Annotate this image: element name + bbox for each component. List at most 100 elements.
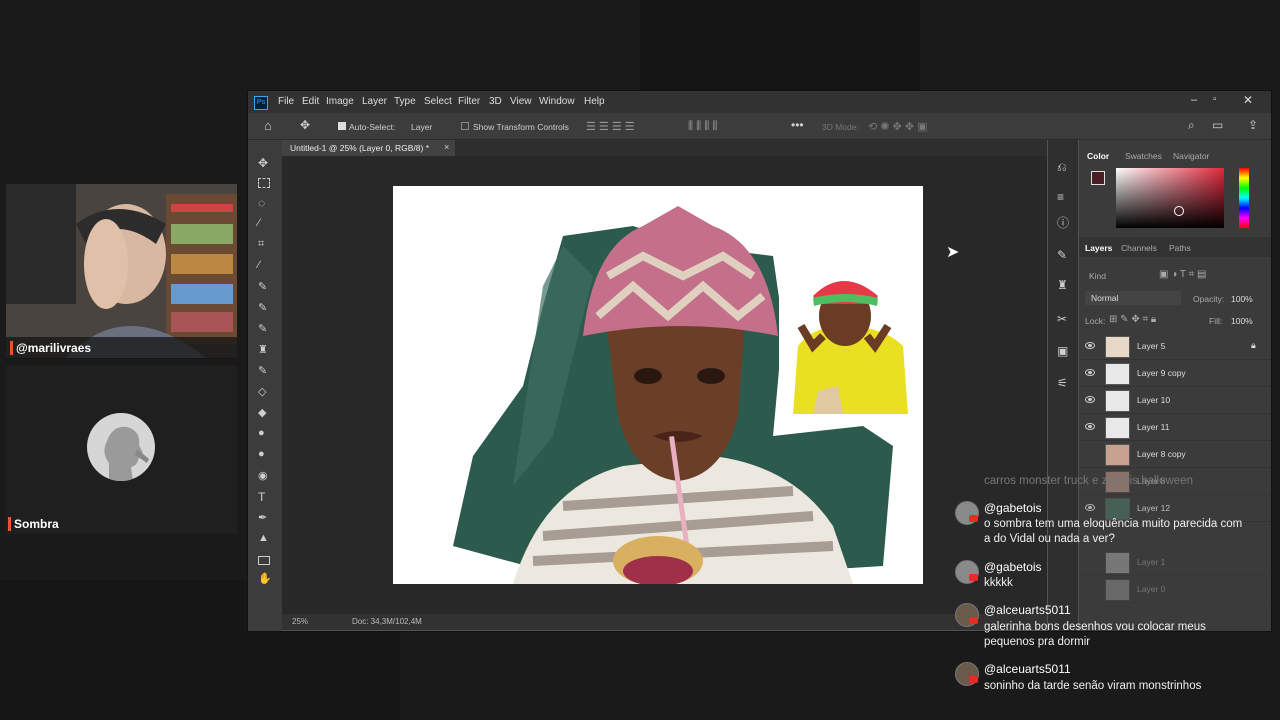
adjustments-icon[interactable]: ≡ bbox=[1057, 190, 1064, 204]
layer-row[interactable]: Layer 11 bbox=[1079, 414, 1271, 441]
tab-navigator[interactable]: Navigator bbox=[1173, 151, 1209, 161]
menu-filter[interactable]: Filter bbox=[458, 96, 480, 107]
color-picker-field[interactable] bbox=[1116, 168, 1224, 228]
distribute-icons[interactable]: ⫼ ⫼ ⫼ ⫼ bbox=[688, 120, 717, 133]
close-button[interactable]: ✕ bbox=[1243, 93, 1253, 107]
menu-edit[interactable]: Edit bbox=[302, 96, 319, 107]
menu-file[interactable]: File bbox=[278, 96, 294, 107]
visibility-eye-icon[interactable] bbox=[1085, 396, 1095, 403]
brush-tool-icon[interactable]: ✎ bbox=[258, 301, 272, 315]
properties-icon[interactable]: ⚟ bbox=[1057, 376, 1068, 390]
more-options-icon[interactable]: ••• bbox=[791, 118, 804, 132]
visibility-eye-icon[interactable] bbox=[1085, 423, 1095, 430]
layer-thumbnail bbox=[1105, 336, 1130, 358]
auto-select-dropdown[interactable]: Layer bbox=[411, 122, 432, 132]
blend-mode-dropdown[interactable]: Normal bbox=[1085, 291, 1181, 305]
lock-icons[interactable]: ⊞ ✎ ✥ ⌗ 🔒︎ bbox=[1109, 314, 1156, 325]
document-canvas[interactable] bbox=[393, 186, 923, 584]
close-tab-icon[interactable]: × bbox=[444, 142, 449, 152]
menu-select[interactable]: Select bbox=[424, 96, 452, 107]
opacity-value[interactable]: 100% bbox=[1231, 294, 1253, 304]
dodge-tool-icon[interactable]: ● bbox=[258, 448, 272, 462]
chat-message: o sombra tem uma eloquência muito pareci… bbox=[984, 518, 1243, 545]
foreground-swatch[interactable] bbox=[1091, 171, 1105, 185]
visibility-eye-icon[interactable] bbox=[1085, 342, 1095, 349]
move-tool-icon[interactable]: ✥ bbox=[300, 118, 310, 132]
tab-color[interactable]: Color bbox=[1087, 151, 1109, 161]
lock-icon: 🔒︎ bbox=[1251, 340, 1256, 350]
menu-image[interactable]: Image bbox=[326, 96, 354, 107]
rectangle-tool-icon[interactable] bbox=[258, 556, 270, 565]
lasso-tool-icon[interactable]: ◌ bbox=[258, 196, 272, 210]
restore-button[interactable]: ▫ bbox=[1213, 94, 1217, 105]
tools-preset-icon[interactable]: ✂ bbox=[1057, 312, 1067, 326]
home-icon[interactable]: ⌂ bbox=[264, 118, 272, 133]
opacity-label: Opacity: bbox=[1193, 294, 1225, 304]
guest-name: Sombra bbox=[14, 517, 59, 531]
visibility-eye-icon[interactable] bbox=[1085, 504, 1095, 511]
layer-row[interactable]: Layer 5 🔒︎ bbox=[1079, 333, 1271, 360]
healing-brush-icon[interactable]: ✎ bbox=[258, 280, 272, 294]
history-icon[interactable]: ⎌ bbox=[1057, 160, 1067, 175]
photoshop-window: Ps File Edit Image Layer Type Select Fil… bbox=[247, 90, 1272, 632]
eraser-icon[interactable]: ◇ bbox=[258, 385, 272, 399]
marquee-tool-icon[interactable] bbox=[258, 178, 270, 188]
layer-filter-icons[interactable]: ▣ ◑ T ⌗ ▤ bbox=[1159, 269, 1206, 280]
youtube-icon bbox=[969, 676, 978, 683]
history-brush-icon[interactable]: ✎ bbox=[258, 364, 272, 378]
magic-wand-icon[interactable]: ⁄ bbox=[258, 217, 272, 231]
paint-bucket-icon[interactable]: ◆ bbox=[258, 406, 272, 420]
tab-channels[interactable]: Channels bbox=[1121, 243, 1157, 253]
clone-source-icon[interactable]: ♜ bbox=[1057, 278, 1068, 292]
layer-row[interactable]: Layer 8 copy bbox=[1079, 441, 1271, 468]
canvas-area[interactable]: ➤ bbox=[282, 156, 1047, 614]
eyedropper-icon[interactable]: ⁄ bbox=[258, 259, 272, 273]
mixer-brush-icon[interactable]: ✎ bbox=[258, 322, 272, 336]
chat-username: @alceuarts5011 bbox=[984, 603, 1071, 617]
chat-username: @gabetois bbox=[984, 560, 1042, 574]
document-tab[interactable]: Untitled-1 @ 25% (Layer 0, RGB/8) * × bbox=[282, 140, 455, 156]
layer-row[interactable]: Layer 9 copy bbox=[1079, 360, 1271, 387]
libraries-icon[interactable]: ▣ bbox=[1057, 344, 1068, 358]
3d-tools-icons[interactable]: ⟲ ✺ ✥ ✥ ▣ bbox=[868, 120, 928, 133]
workspace-icon[interactable]: ▭ bbox=[1212, 118, 1223, 132]
burn-tool-icon[interactable]: ◉ bbox=[258, 469, 272, 483]
webcam-streamer bbox=[6, 184, 237, 358]
tab-swatches[interactable]: Swatches bbox=[1125, 151, 1162, 161]
menu-3d[interactable]: 3D bbox=[489, 96, 502, 107]
tab-paths[interactable]: Paths bbox=[1169, 243, 1191, 253]
hue-slider[interactable] bbox=[1239, 168, 1249, 228]
layer-row[interactable]: Layer 1 bbox=[1079, 549, 1271, 576]
menu-view[interactable]: View bbox=[510, 96, 532, 107]
tab-layers[interactable]: Layers bbox=[1085, 243, 1112, 253]
blur-tool-icon[interactable]: ● bbox=[258, 427, 272, 441]
type-tool-icon[interactable]: T bbox=[258, 490, 272, 504]
pen-tool-icon[interactable]: ✒ bbox=[258, 511, 272, 525]
auto-select-checkbox[interactable] bbox=[338, 122, 346, 130]
lock-label: Lock: bbox=[1085, 316, 1106, 326]
transform-checkbox[interactable] bbox=[461, 122, 469, 130]
layer-row[interactable]: Layer 10 bbox=[1079, 387, 1271, 414]
hand-tool-icon[interactable]: ✋ bbox=[258, 572, 272, 586]
share-icon[interactable]: ⇪ bbox=[1248, 118, 1258, 132]
menu-type[interactable]: Type bbox=[394, 96, 416, 107]
clone-stamp-icon[interactable]: ♜ bbox=[258, 343, 272, 357]
webcam-label: @marilivraes bbox=[6, 337, 237, 359]
align-icons[interactable]: ☰ ☰ ☰ ☰ bbox=[586, 120, 635, 133]
brush-settings-icon[interactable]: ✎ bbox=[1057, 248, 1067, 262]
crop-tool-icon[interactable]: ⌗ bbox=[258, 238, 272, 252]
color-picker-handle[interactable] bbox=[1174, 206, 1184, 216]
info-icon[interactable]: ⓘ bbox=[1057, 214, 1069, 231]
minimize-button[interactable]: – bbox=[1191, 94, 1197, 106]
path-selection-icon[interactable]: ▲ bbox=[258, 532, 272, 546]
layer-row[interactable]: Layer 0 bbox=[1079, 576, 1271, 603]
zoom-level[interactable]: 25% bbox=[292, 617, 308, 626]
menu-layer[interactable]: Layer bbox=[362, 96, 387, 107]
visibility-eye-icon[interactable] bbox=[1085, 369, 1095, 376]
kind-filter[interactable]: Kind bbox=[1089, 271, 1106, 281]
menu-help[interactable]: Help bbox=[584, 96, 605, 107]
menu-window[interactable]: Window bbox=[539, 96, 575, 107]
search-icon[interactable]: ⌕ bbox=[1188, 118, 1195, 133]
fill-value[interactable]: 100% bbox=[1231, 316, 1253, 326]
move-tool-icon[interactable]: ✥ bbox=[258, 156, 272, 170]
